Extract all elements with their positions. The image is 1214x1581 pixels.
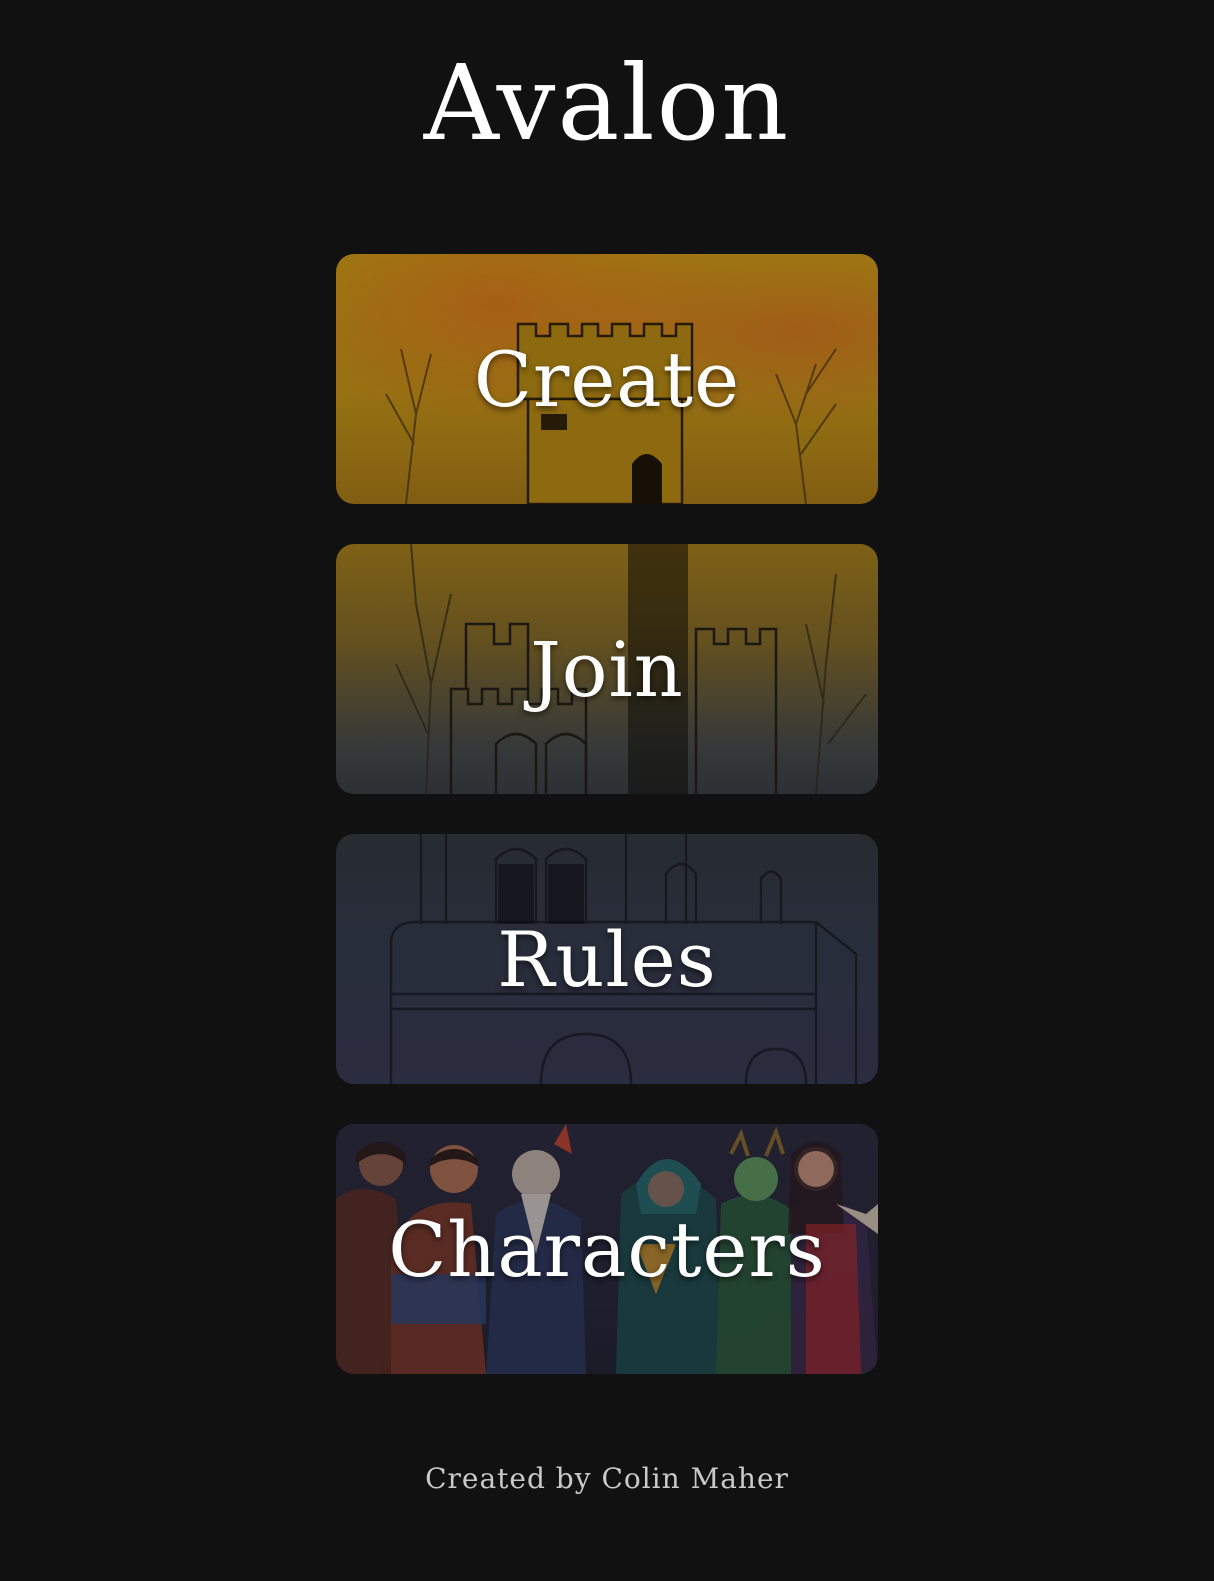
main-menu: Create Join Rules Characters	[336, 254, 878, 1414]
create-button[interactable]: Create	[336, 254, 878, 504]
footer-credit: Created by Colin Maher	[425, 1462, 789, 1495]
create-label: Create	[473, 334, 741, 424]
app-title: Avalon	[423, 42, 791, 164]
rules-label: Rules	[497, 914, 717, 1004]
rules-button[interactable]: Rules	[336, 834, 878, 1084]
join-button[interactable]: Join	[336, 544, 878, 794]
characters-button[interactable]: Characters	[336, 1124, 878, 1374]
characters-label: Characters	[388, 1204, 826, 1294]
join-label: Join	[530, 624, 684, 714]
